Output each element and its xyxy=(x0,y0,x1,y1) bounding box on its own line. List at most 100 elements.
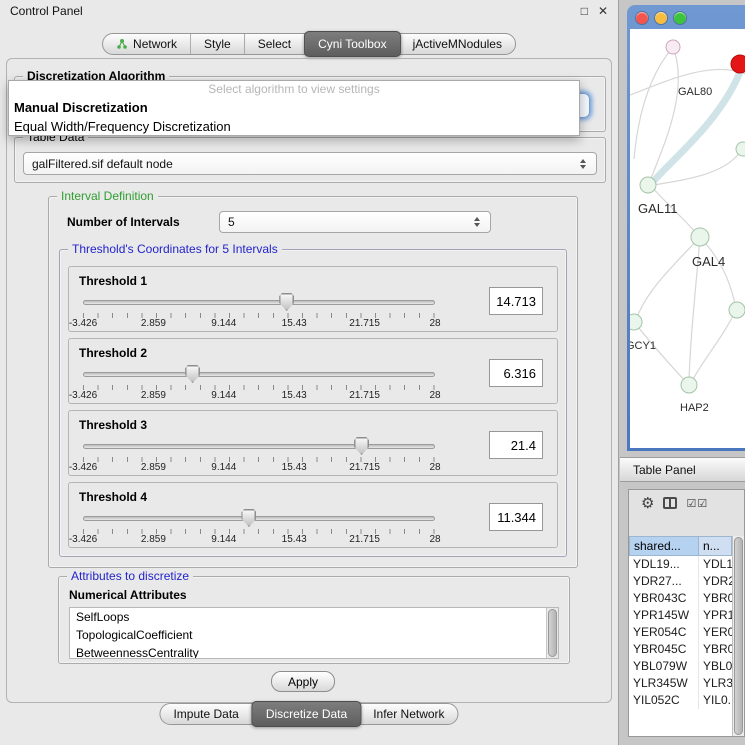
dropdown-option-manual[interactable]: Manual Discretization xyxy=(9,98,579,117)
table-panel-titlebar: Table Panel xyxy=(620,457,745,482)
slider-track[interactable] xyxy=(83,372,435,377)
slider-thumb[interactable] xyxy=(279,293,294,311)
tab-discretize-data[interactable]: Discretize Data xyxy=(252,701,361,727)
close-traffic-light[interactable] xyxy=(636,12,648,24)
slider-thumb[interactable] xyxy=(185,365,200,383)
tab-network[interactable]: Network xyxy=(103,34,191,54)
threshold-3-panel: Threshold 3 -3.426 2.859 9.144 15.43 21.… xyxy=(68,410,558,476)
float-window-icon[interactable]: □ xyxy=(581,4,588,18)
slider-track[interactable] xyxy=(83,444,435,449)
slider-track[interactable] xyxy=(83,300,435,305)
minimize-traffic-light[interactable] xyxy=(655,12,667,24)
table-data-group: Table Data galFiltered.sif default node xyxy=(14,137,606,183)
slider-track[interactable] xyxy=(83,516,435,521)
panel-title: Control Panel xyxy=(10,4,571,18)
column-header-name[interactable]: n... xyxy=(699,536,732,556)
slider-scale-labels: -3.426 2.859 9.144 15.43 21.715 28 xyxy=(83,318,435,330)
threshold-label: Threshold 2 xyxy=(79,346,147,360)
zoom-traffic-light[interactable] xyxy=(674,12,686,24)
threshold-1-slider[interactable] xyxy=(83,293,435,311)
select-checkboxes-icon[interactable]: ☑☑ xyxy=(686,497,708,510)
gear-icon[interactable]: ⚙ xyxy=(641,496,654,511)
network-node[interactable] xyxy=(666,40,680,54)
network-node[interactable] xyxy=(691,228,709,246)
tab-impute-data[interactable]: Impute Data xyxy=(160,704,252,724)
control-panel-titlebar: Control Panel □ ✕ xyxy=(0,0,618,22)
threshold-4-value-field[interactable]: 11.344 xyxy=(489,503,543,531)
table-data-combobox[interactable]: galFiltered.sif default node xyxy=(23,152,597,175)
threshold-2-panel: Threshold 2 -3.426 2.859 9.144 15.43 21.… xyxy=(68,338,558,404)
tab-style[interactable]: Style xyxy=(191,34,245,54)
tab-infer-network[interactable]: Infer Network xyxy=(360,704,457,724)
table-panel-title: Table Panel xyxy=(633,463,696,477)
apply-button[interactable]: Apply xyxy=(271,671,335,692)
group-title: Attributes to discretize xyxy=(67,569,193,583)
combobox-spinner xyxy=(472,217,482,227)
list-item[interactable]: BetweennessCentrality xyxy=(70,644,558,659)
chevron-down-icon xyxy=(474,223,480,227)
slider-scale-labels: -3.426 2.859 9.144 15.43 21.715 28 xyxy=(83,534,435,546)
table-header-row: shared... n... xyxy=(629,536,732,556)
threshold-4-slider[interactable] xyxy=(83,509,435,527)
tab-jactivemnodules[interactable]: jActiveMNodules xyxy=(400,34,515,54)
table-row[interactable]: YDL19...YDL1... xyxy=(629,556,732,573)
list-scrollbar[interactable] xyxy=(546,608,558,658)
table-row[interactable]: YBL079WYBL0... xyxy=(629,658,732,675)
app-root: Control Panel □ ✕ Network Style Select C… xyxy=(0,0,745,745)
scrollbar-thumb[interactable] xyxy=(734,537,743,735)
table-panel-window: ⚙ ☑☑ shared... n... YDL19...YDL1... YDR2… xyxy=(628,489,745,737)
interval-definition-group: Interval Definition Number of Intervals … xyxy=(48,196,578,568)
dropdown-placeholder: Select algorithm to view settings xyxy=(9,81,579,98)
column-header-shared-name[interactable]: shared... xyxy=(629,536,699,556)
tab-select[interactable]: Select xyxy=(245,34,305,54)
combobox-spinner xyxy=(578,159,588,169)
list-item[interactable]: SelfLoops xyxy=(70,608,558,626)
table-toolbar: ⚙ ☑☑ xyxy=(629,490,744,516)
algorithm-dropdown-popup: Select algorithm to view settings Manual… xyxy=(8,80,580,136)
scrollbar-thumb[interactable] xyxy=(548,609,557,657)
network-node[interactable] xyxy=(640,177,656,193)
network-node[interactable] xyxy=(729,302,745,318)
chevron-up-icon xyxy=(474,217,480,221)
list-item[interactable]: TopologicalCoefficient xyxy=(70,626,558,644)
threshold-4-panel: Threshold 4 -3.426 2.859 9.144 15.43 21.… xyxy=(68,482,558,548)
selected-network-node[interactable] xyxy=(731,55,745,73)
numerical-attributes-label: Numerical Attributes xyxy=(69,588,187,602)
table-scrollbar[interactable] xyxy=(732,536,744,736)
table-row[interactable]: YLR345WYLR3... xyxy=(629,675,732,692)
bottom-tabstrip: Impute Data Discretize Data Infer Networ… xyxy=(159,703,458,725)
threshold-1-panel: Threshold 1 -3.426 2.859 9.144 15.43 21.… xyxy=(68,266,558,332)
slider-thumb[interactable] xyxy=(354,437,369,455)
table-row[interactable]: YPR145WYPR1... xyxy=(629,607,732,624)
network-node[interactable] xyxy=(681,377,697,393)
threshold-3-slider[interactable] xyxy=(83,437,435,455)
threshold-label: Threshold 1 xyxy=(79,274,147,288)
group-title: Interval Definition xyxy=(57,189,158,203)
table-row[interactable]: YBR045CYBR0... xyxy=(629,641,732,658)
table-row[interactable]: YBR043CYBR0... xyxy=(629,590,732,607)
columns-icon[interactable] xyxy=(663,497,677,509)
num-intervals-combobox[interactable]: 5 xyxy=(219,211,491,233)
node-label: GCY1 xyxy=(630,340,656,352)
table-row[interactable]: YIL052CYIL0... xyxy=(629,692,732,709)
node-label: HAP2 xyxy=(680,402,709,414)
table-row[interactable]: YDR27...YDR2... xyxy=(629,573,732,590)
threshold-2-value-field[interactable]: 6.316 xyxy=(489,359,543,387)
top-tabstrip: Network Style Select Cyni Toolbox jActiv… xyxy=(102,33,516,55)
num-intervals-label: Number of Intervals xyxy=(67,215,180,229)
threshold-1-value-field[interactable]: 14.713 xyxy=(489,287,543,315)
tab-cyni-toolbox[interactable]: Cyni Toolbox xyxy=(304,31,400,57)
table-row[interactable]: YER054CYER0... xyxy=(629,624,732,641)
close-icon[interactable]: ✕ xyxy=(598,4,608,18)
network-node[interactable] xyxy=(736,142,745,156)
chevron-down-icon xyxy=(580,165,586,169)
dropdown-option-equal-width[interactable]: Equal Width/Frequency Discretization xyxy=(9,117,579,136)
node-label: GAL80 xyxy=(678,86,712,98)
slider-thumb[interactable] xyxy=(241,509,256,527)
network-node[interactable] xyxy=(630,314,642,330)
thresholds-group: Threshold's Coordinates for 5 Intervals … xyxy=(59,249,567,557)
threshold-2-slider[interactable] xyxy=(83,365,435,383)
threshold-3-value-field[interactable]: 21.4 xyxy=(489,431,543,459)
network-canvas[interactable]: GAL80 GAL11 GAL4 GCY1 HAP2 xyxy=(630,29,745,448)
attributes-list[interactable]: SelfLoops TopologicalCoefficient Between… xyxy=(69,607,559,659)
